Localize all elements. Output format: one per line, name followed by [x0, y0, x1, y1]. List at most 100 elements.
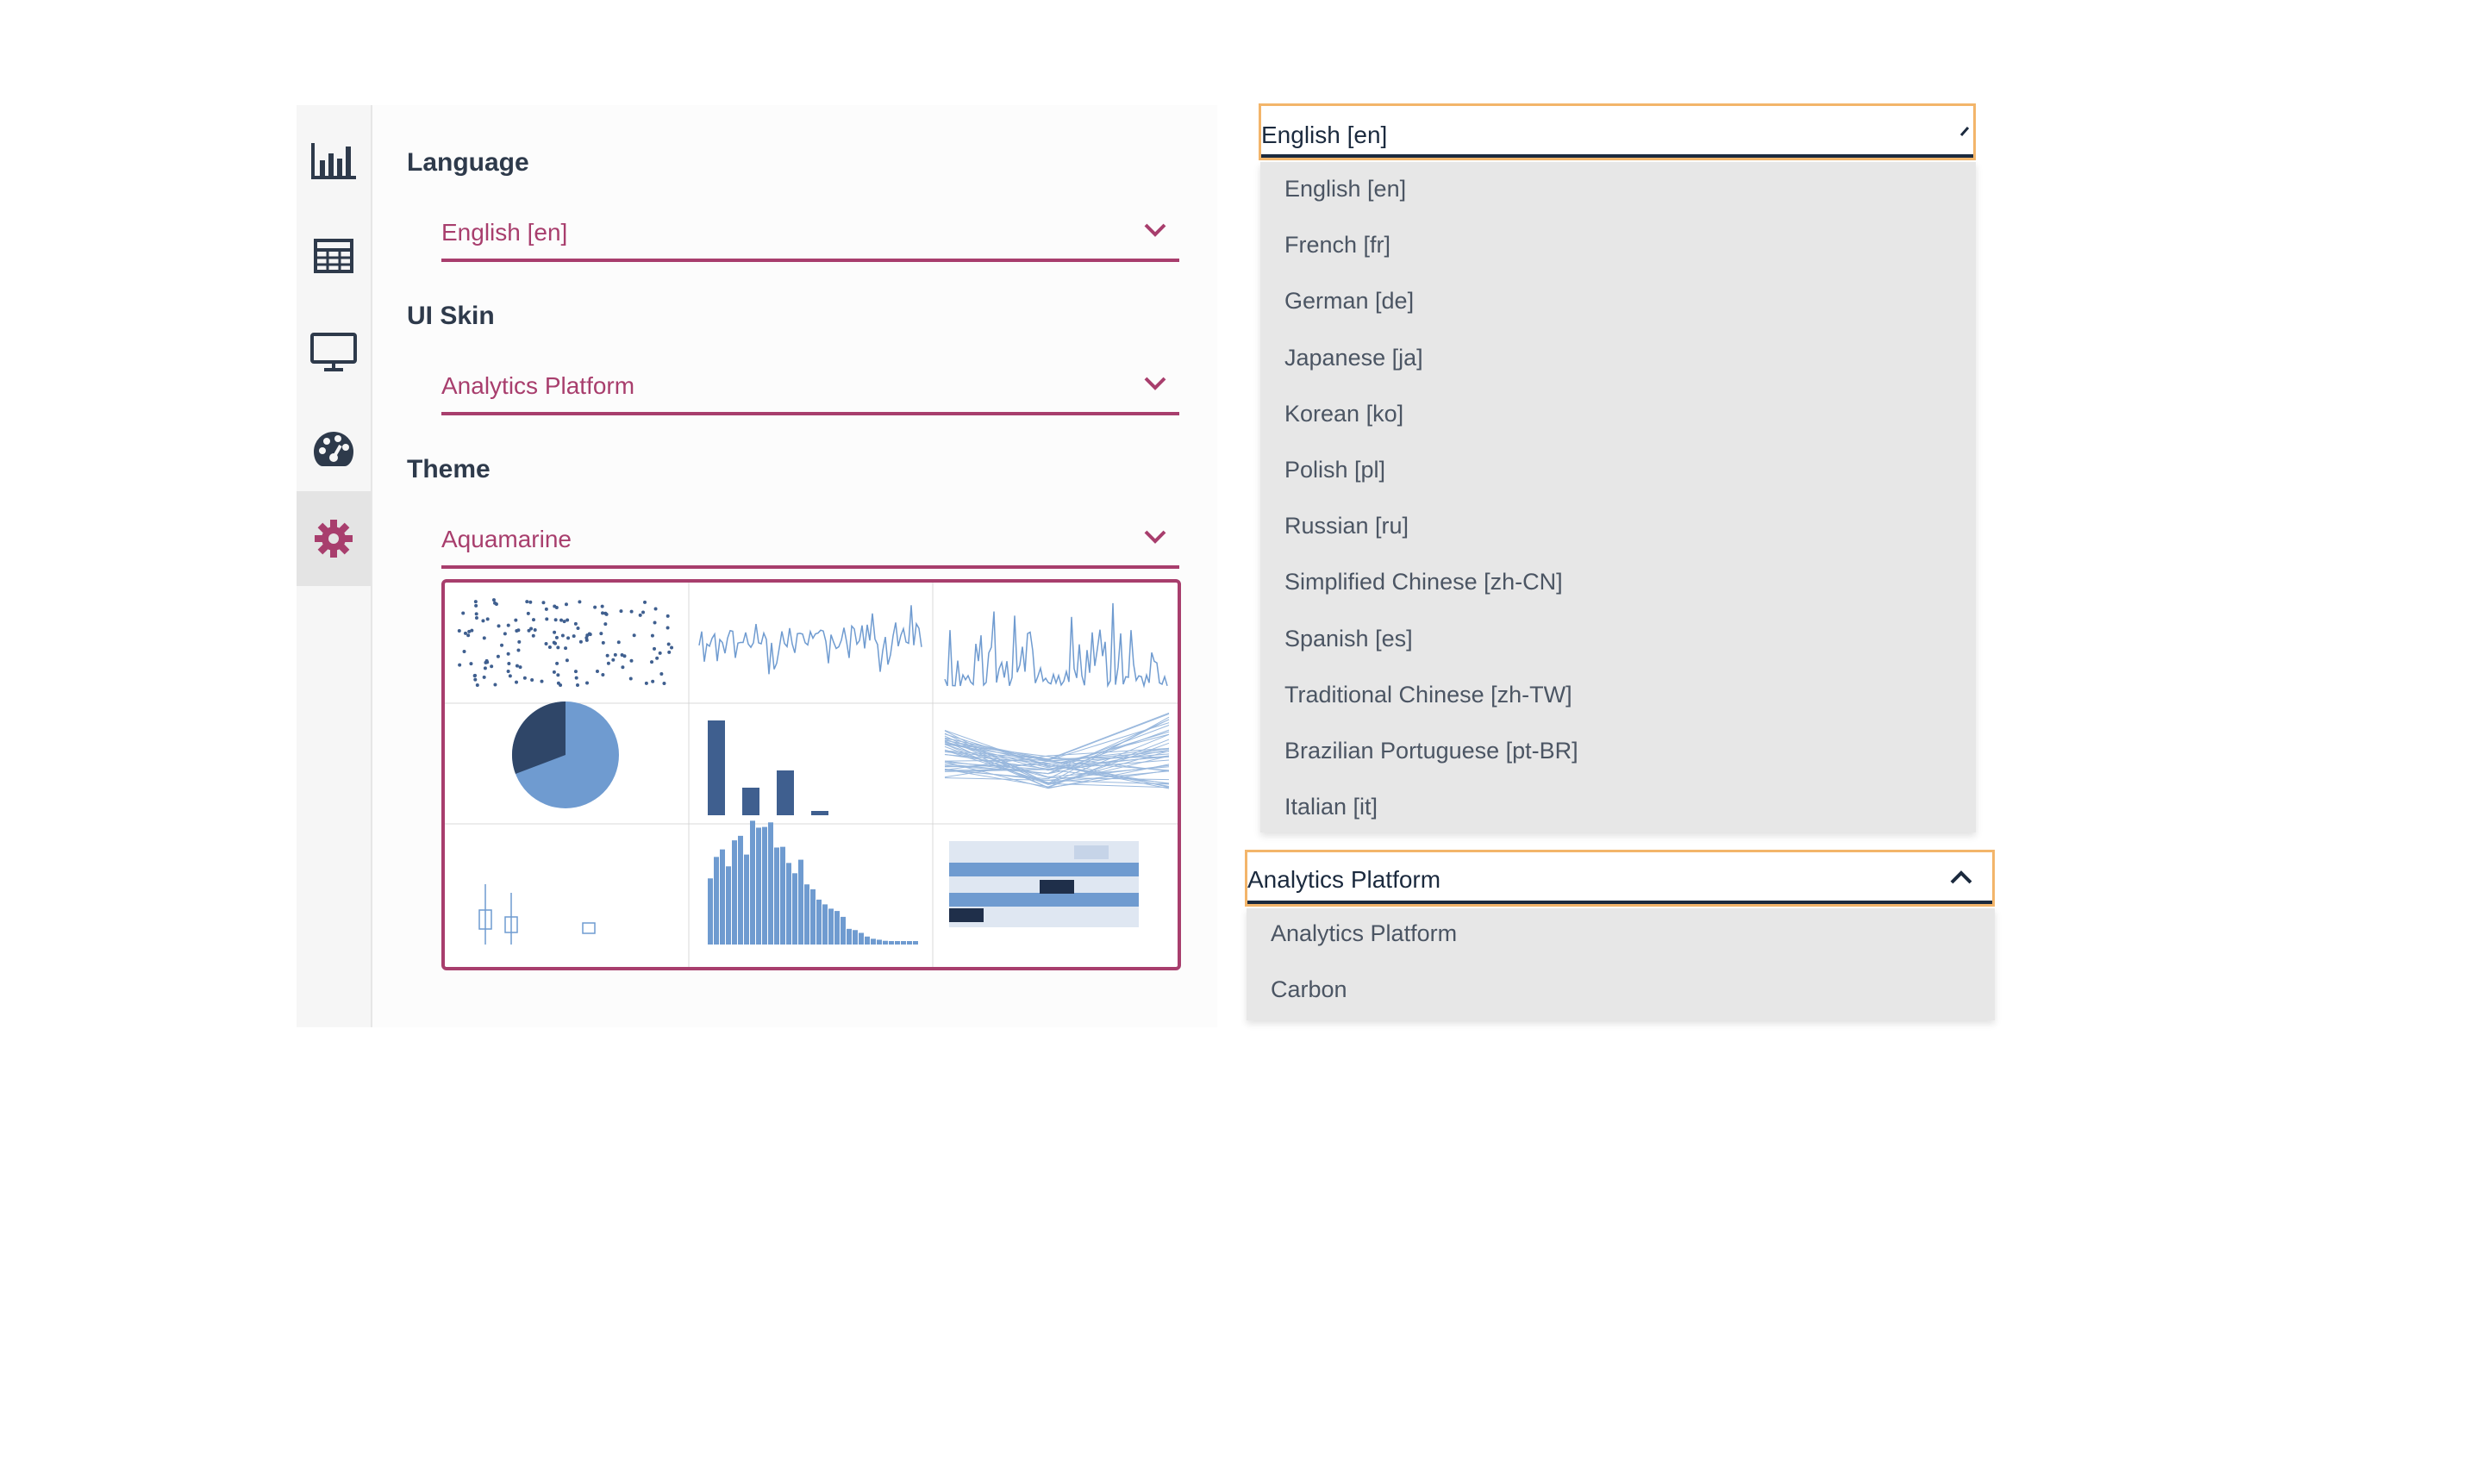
ui-skin-dropdown-value: Analytics Platform [1247, 866, 1441, 893]
preview-scatter-dot [553, 630, 557, 634]
dropdown-option[interactable]: Spanish [es] [1284, 626, 1413, 652]
preview-scatter-dot [659, 672, 664, 677]
theme-select-value: Aquamarine [441, 526, 572, 552]
preview-scatter-dot [601, 640, 605, 645]
dropdown-option[interactable]: Italian [it] [1284, 794, 1378, 820]
preview-scatter-dot [473, 600, 478, 604]
preview-scatter-dot [508, 674, 512, 678]
preview-scatter-dot [529, 627, 534, 631]
preview-scatter-dot [662, 681, 666, 685]
sidebar-item-settings[interactable] [297, 491, 371, 586]
preview-scatter-dot [573, 621, 578, 626]
preview-scatter-dot [503, 632, 507, 636]
sidebar-item-display[interactable] [297, 305, 371, 400]
language-select[interactable]: English [en] [441, 214, 1179, 262]
preview-scatter-dot [564, 602, 568, 607]
preview-histogram-bar [732, 840, 737, 945]
preview-scatter-dot [507, 661, 511, 665]
preview-pie [511, 701, 619, 808]
preview-histogram-bar [871, 938, 876, 945]
dropdown-option[interactable]: Simplified Chinese [zh-CN] [1284, 569, 1563, 595]
dropdown-option[interactable]: French [fr] [1284, 232, 1390, 259]
dropdown-option[interactable]: Polish [pl] [1284, 457, 1385, 483]
sidebar-item-table[interactable] [297, 209, 371, 303]
preview-scatter-dot [619, 609, 623, 614]
preview-histogram-bar [768, 822, 773, 945]
preview-scatter-dot [604, 612, 609, 616]
language-dropdown-field[interactable]: English [en] [1259, 103, 1976, 160]
dropdown-option[interactable]: German [de] [1284, 288, 1414, 315]
preview-scatter-dot [653, 620, 657, 625]
preview-scatter-dot [611, 658, 616, 662]
preview-scatter-dot [641, 610, 646, 614]
preview-scatter-dot [472, 674, 477, 678]
preview-scatter-dot [473, 677, 478, 682]
language-label: Language [407, 148, 529, 177]
preview-scatter-dot [621, 665, 625, 670]
ui-skin-dropdown-field[interactable]: Analytics Platform [1245, 850, 1995, 907]
dropdown-option[interactable]: Carbon [1271, 976, 1347, 1003]
dropdown-option[interactable]: Brazilian Portuguese [pt-BR] [1284, 738, 1578, 764]
dropdown-option[interactable]: Russian [ru] [1284, 513, 1409, 539]
preview-scatter-dot [544, 641, 548, 645]
preview-scatter-dot [565, 658, 569, 663]
ui-skin-select[interactable]: Analytics Platform [441, 367, 1179, 415]
sidebar-item-charts[interactable] [297, 114, 371, 209]
preview-scatter-dot [518, 665, 522, 670]
preview-scatter-dot [528, 600, 533, 604]
preview-scatter-dot [525, 600, 529, 604]
preview-scatter-dot [482, 675, 486, 679]
preview-scatter-dot [516, 648, 521, 652]
preview-heatmap [949, 841, 1139, 927]
preview-scatter-dot [629, 609, 634, 614]
preview-scatter-dot [573, 670, 578, 674]
preview-histogram-bar [822, 904, 828, 945]
preview-histogram-bar [774, 847, 779, 945]
dropdown-option[interactable]: English [en] [1284, 176, 1406, 203]
preview-scatter-dot [544, 607, 548, 611]
preview-histogram-bar [901, 941, 906, 945]
preview-scatter-dot [554, 635, 559, 639]
preview-scatter-dot [578, 639, 583, 644]
preview-scatter-dot [545, 617, 549, 621]
preview-scatter-dot [506, 670, 510, 674]
preview-scatter-dot [497, 624, 501, 628]
preview-scatter-dot [515, 680, 519, 684]
preview-scatter-dot [616, 640, 621, 645]
preview-area [944, 602, 1168, 689]
preview-scatter-dot [560, 633, 565, 638]
preview-scatter-dot [650, 633, 654, 638]
sidebar-item-themes[interactable] [297, 402, 371, 496]
preview-scatter-dot [506, 623, 510, 627]
preview-scatter-dot [576, 627, 580, 631]
theme-select[interactable]: Aquamarine [441, 521, 1179, 569]
preview-scatter-dot [613, 652, 617, 657]
preview-scatter-dot [562, 620, 566, 624]
preview-scatter-dot [620, 653, 624, 658]
dropdown-option[interactable]: Korean [ko] [1284, 401, 1403, 427]
preview-scatter-dot [559, 683, 563, 688]
monitor-icon [310, 333, 357, 372]
preview-scatter-dot [666, 614, 670, 618]
preview-scatter-dot [491, 598, 496, 602]
preview-scatter-dot [547, 645, 552, 650]
gear-icon [314, 519, 353, 558]
language-dropdown-value: English [en] [1261, 122, 1388, 148]
dropdown-option[interactable]: Analytics Platform [1271, 920, 1457, 947]
dropdown-option[interactable]: Traditional Chinese [zh-TW] [1284, 682, 1572, 708]
preview-scatter-dot [566, 618, 570, 622]
dropdown-option[interactable]: Japanese [ja] [1284, 345, 1423, 371]
preview-histogram-bar [828, 908, 834, 945]
preview-scatter-dot [484, 658, 489, 663]
preview-scatter-dot [600, 604, 604, 608]
language-dropdown-underline [1261, 154, 1973, 158]
preview-scatter-dot [632, 633, 636, 638]
preview-scatter-dot [515, 664, 519, 668]
preview-scatter-dot [506, 652, 510, 656]
preview-histogram-bar [853, 930, 858, 945]
preview-scatter-dot [522, 676, 527, 680]
preview-scatter-dot [517, 639, 522, 644]
preview-scatter-dot [462, 650, 466, 654]
preview-scatter-dot [650, 660, 654, 664]
preview-scatter-dot [629, 658, 634, 663]
